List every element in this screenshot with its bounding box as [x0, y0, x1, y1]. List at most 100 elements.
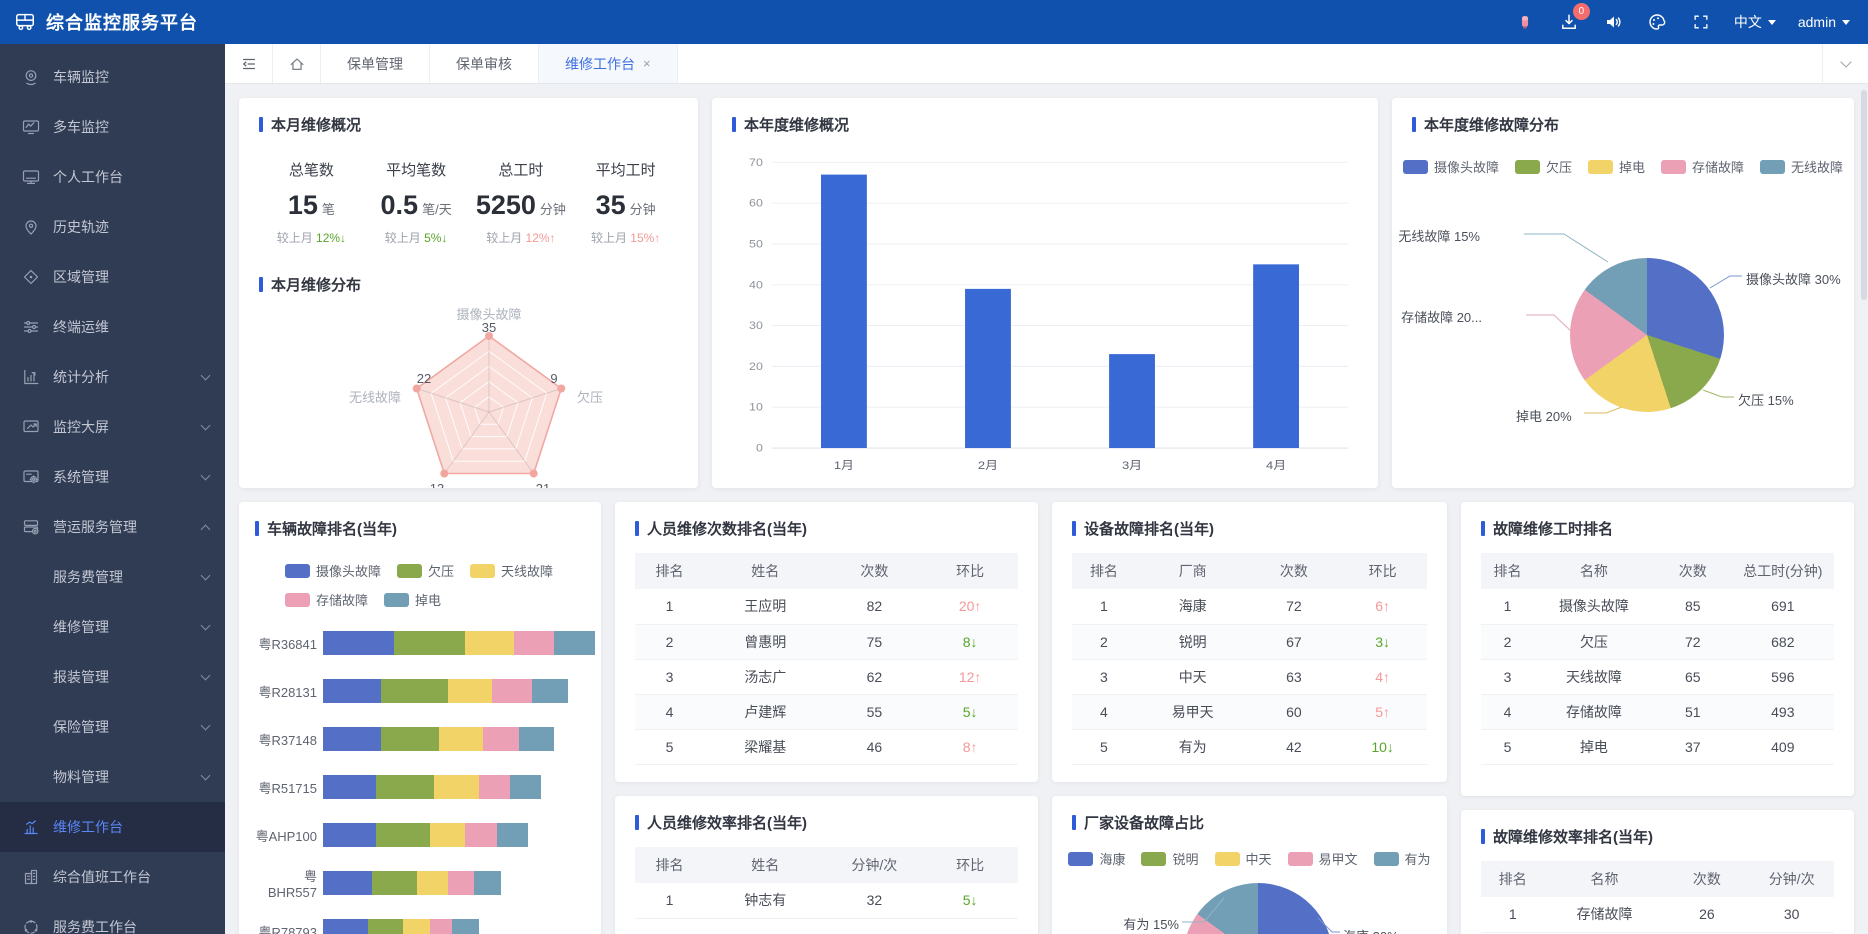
- table-header: 排名: [1481, 861, 1545, 897]
- legend-item-无线故障[interactable]: 无线故障: [1760, 157, 1843, 176]
- table-cell: 30: [1749, 897, 1834, 932]
- fullscreen-icon[interactable]: [1690, 11, 1712, 33]
- table-header: 次数: [1249, 553, 1338, 589]
- tabs-menu-chevron-icon[interactable]: [1822, 44, 1868, 83]
- sidebar-item-车辆监控[interactable]: 车辆监控: [0, 52, 225, 102]
- legend-chip: [1661, 160, 1686, 174]
- pie-fault-distribution[interactable]: [1570, 258, 1724, 412]
- vehicle-stacked-bar[interactable]: [323, 679, 568, 703]
- table-header: 排名: [1481, 553, 1534, 589]
- table-cell: 2: [635, 624, 704, 659]
- legend-label: 欠压: [1546, 157, 1572, 176]
- home-icon[interactable]: [273, 44, 321, 83]
- legend-item-摄像头故障[interactable]: 摄像头故障: [1403, 157, 1499, 176]
- stat-compare: 较上月 5%↓: [364, 229, 469, 246]
- sidebar-item-营运服务管理[interactable]: 营运服务管理: [0, 502, 225, 552]
- table-row: 4易甲天605↑: [1072, 694, 1427, 729]
- sidebar-item-监控大屏[interactable]: 监控大屏: [0, 402, 225, 452]
- stat-平均工时: 平均工时35分钟较上月 15%↑: [573, 159, 678, 246]
- multi-monitor-icon: [22, 118, 40, 136]
- sidebar-item-历史轨迹[interactable]: 历史轨迹: [0, 202, 225, 252]
- legend-item-掉电[interactable]: 掉电: [1588, 157, 1645, 176]
- vehicle-stacked-bar[interactable]: [323, 775, 541, 799]
- vehicle-stacked-bar[interactable]: [323, 871, 501, 895]
- legend-item-锐明[interactable]: 锐明: [1141, 849, 1198, 868]
- tab-label: 保单审核: [456, 54, 512, 74]
- stat-总笔数: 总笔数15笔较上月 12%↓: [259, 159, 364, 246]
- tab-保单管理[interactable]: 保单管理: [321, 44, 430, 83]
- camera-icon: [22, 68, 40, 86]
- tab-维修工作台[interactable]: 维修工作台×: [539, 44, 678, 83]
- palette-icon[interactable]: [1646, 11, 1668, 33]
- legend-item-有为[interactable]: 有为: [1374, 849, 1431, 868]
- table-cell: 26: [1665, 897, 1750, 932]
- table-cell: 2: [1481, 624, 1534, 659]
- legend-chip: [1403, 160, 1428, 174]
- vehicle-stacked-bar[interactable]: [323, 727, 554, 751]
- sidebar-item-维修管理[interactable]: 维修管理: [0, 602, 225, 652]
- sidebar-item-保险管理[interactable]: 保险管理: [0, 702, 225, 752]
- sidebar-item-label: 车辆监控: [53, 67, 209, 87]
- vehicle-plate: 粤R28131: [255, 682, 317, 701]
- scrollbar[interactable]: [1861, 90, 1867, 300]
- sidebar: 车辆监控多车监控个人工作台历史轨迹区域管理终端运维统计分析监控大屏系统管理营运服…: [0, 44, 225, 934]
- sidebar-item-服务费管理[interactable]: 服务费管理: [0, 552, 225, 602]
- table-cell: 46: [826, 729, 922, 764]
- table-cell-hb: 8↓: [922, 624, 1018, 659]
- sidebar-item-统计分析[interactable]: 统计分析: [0, 352, 225, 402]
- rank-table: 排名厂商次数环比1海康726↑2锐明673↓3中天634↑4易甲天605↑5有为…: [1072, 553, 1427, 765]
- sidebar-item-系统管理[interactable]: 系统管理: [0, 452, 225, 502]
- language-dropdown[interactable]: 中文: [1734, 12, 1776, 32]
- legend-item-欠压[interactable]: 欠压: [397, 561, 454, 580]
- sidebar-item-综合值班工作台[interactable]: 综合值班工作台: [0, 852, 225, 902]
- legend-item-存储故障[interactable]: 存储故障: [285, 590, 368, 609]
- sidebar-item-维修工作台[interactable]: 维修工作台: [0, 802, 225, 852]
- collapse-menu-icon[interactable]: [225, 44, 273, 83]
- legend-item-存储故障[interactable]: 存储故障: [1661, 157, 1744, 176]
- table-cell: 82: [826, 589, 922, 624]
- vehicle-stacked-bar[interactable]: [323, 823, 528, 847]
- table-cell: 5: [1481, 729, 1534, 764]
- pie-vendor-share[interactable]: [1183, 883, 1333, 934]
- table-header: 排名: [1072, 553, 1136, 589]
- legend-item-摄像头故障[interactable]: 摄像头故障: [285, 561, 381, 580]
- sidebar-item-label: 综合值班工作台: [53, 867, 209, 887]
- pie-label: 存储故障 20...: [1401, 307, 1482, 326]
- vehicle-stacked-bar[interactable]: [323, 631, 595, 655]
- user-dropdown[interactable]: admin: [1798, 14, 1850, 30]
- card-vehicle-rank: 车辆故障排名(当年) 摄像头故障欠压天线故障存储故障掉电 粤R36841粤R28…: [239, 502, 601, 934]
- table-header: 姓名: [704, 553, 827, 589]
- sidebar-item-label: 区域管理: [53, 267, 209, 287]
- alarm-light-icon[interactable]: [1514, 11, 1536, 33]
- legend-label: 摄像头故障: [1434, 157, 1499, 176]
- sidebar-item-物料管理[interactable]: 物料管理: [0, 752, 225, 802]
- legend-item-欠压[interactable]: 欠压: [1515, 157, 1572, 176]
- legend-item-中天[interactable]: 中天: [1215, 849, 1272, 868]
- card-title: 本月维修概况: [271, 114, 361, 135]
- legend-item-易甲文[interactable]: 易甲文: [1288, 849, 1358, 868]
- legend-item-天线故障[interactable]: 天线故障: [470, 561, 553, 580]
- chevron-down-icon: [201, 621, 211, 631]
- sidebar-item-区域管理[interactable]: 区域管理: [0, 252, 225, 302]
- rank-table: 排名名称次数分钟/次1存储故障2630: [1481, 861, 1834, 933]
- chart-flag-icon: [22, 818, 40, 836]
- speaker-icon[interactable]: [1602, 11, 1624, 33]
- vehicle-stacked-bar[interactable]: [323, 919, 479, 934]
- tab-保单审核[interactable]: 保单审核: [430, 44, 539, 83]
- sidebar-item-报装管理[interactable]: 报装管理: [0, 652, 225, 702]
- close-icon[interactable]: ×: [643, 56, 651, 71]
- table-header: 排名: [635, 553, 704, 589]
- table-cell: 钟志有: [704, 883, 827, 918]
- table-cell: 32: [826, 883, 922, 918]
- sidebar-item-多车监控[interactable]: 多车监控: [0, 102, 225, 152]
- sidebar-item-个人工作台[interactable]: 个人工作台: [0, 152, 225, 202]
- legend-item-海康[interactable]: 海康: [1068, 849, 1125, 868]
- sidebar-item-服务费工作台[interactable]: 服务费工作台: [0, 902, 225, 934]
- table-row: 2欠压72682: [1481, 624, 1834, 659]
- download-icon[interactable]: 0: [1558, 11, 1580, 33]
- table-header: 次数: [1654, 553, 1732, 589]
- table-cell: 72: [1654, 624, 1732, 659]
- legend-item-掉电[interactable]: 掉电: [384, 590, 441, 609]
- sidebar-item-终端运维[interactable]: 终端运维: [0, 302, 225, 352]
- pie-label: 有为 15%: [1123, 914, 1179, 933]
